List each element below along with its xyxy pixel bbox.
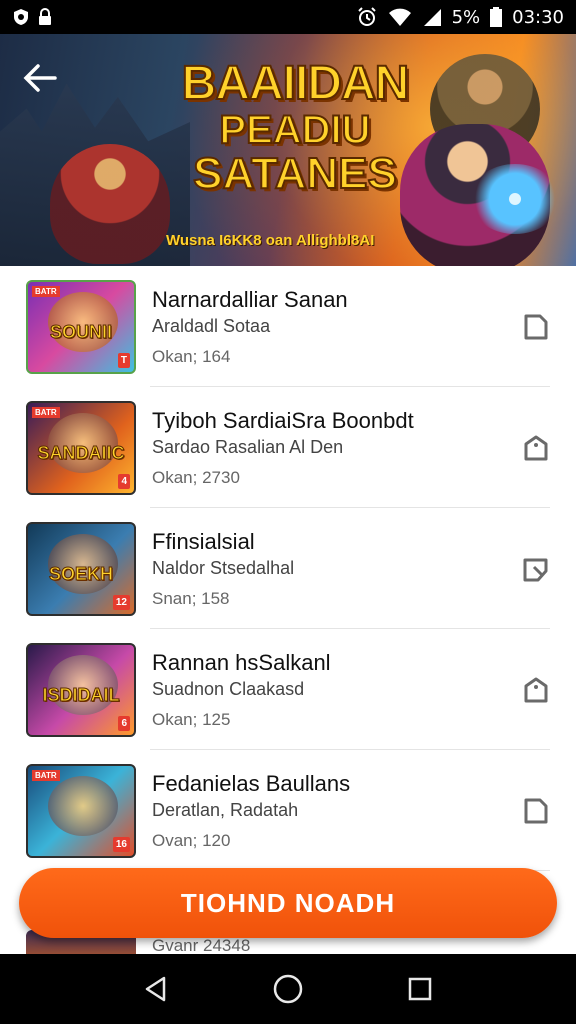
thumbnail-logo: SOUNII (49, 321, 112, 342)
signal-icon (422, 7, 442, 27)
list-item[interactable]: BATR 16 Fedanielas Baullans Deratlan, Ra… (0, 750, 576, 871)
banner-title-line1: BAAIIDAN (181, 57, 411, 110)
document-icon[interactable] (516, 307, 556, 347)
item-title: Tyiboh SardiaiSra Boonbdt (152, 407, 414, 433)
list-item[interactable]: SOEKH 12 Ffinsialsial Naldor Stsedalhal … (0, 508, 576, 629)
item-subtitle: Araldadl Sotaa (152, 315, 271, 336)
hero-banner: BAAIIDAN PEADIU SATANES Wusna I6KK8 oan … (0, 34, 576, 266)
tag-icon[interactable] (516, 428, 556, 468)
banner-title-line2: PEADIU (218, 108, 371, 152)
banner-title: BAAIIDAN PEADIU SATANES (170, 57, 420, 198)
item-title: Fedanielas Baullans (152, 770, 351, 796)
thumbnail-logo: SOEKH (48, 563, 113, 584)
item-title: Narnardalliar Sanan (152, 286, 348, 312)
back-icon[interactable] (131, 964, 181, 1014)
battery-icon (490, 7, 503, 27)
item-meta: Gvanr 24348 (152, 936, 251, 955)
magic-glow (470, 164, 560, 234)
wifi-icon (388, 7, 412, 27)
banner-title-line3: SATANES (192, 149, 398, 198)
item-subtitle: Deratlan, Radatah (152, 799, 299, 820)
game-list: BATR SOUNII T Narnardalliar Sanan Aralda… (0, 266, 576, 871)
game-thumbnail: BATR SOUNII T (26, 279, 136, 374)
document-icon[interactable] (516, 791, 556, 831)
status-bar: 5% 03:30 (0, 0, 576, 34)
shield-icon (12, 8, 30, 26)
thumbnail-logo: ISDIDAIL (42, 684, 120, 705)
banner-subtitle: Wusna I6KK8 oan Allighbl8AI (166, 232, 375, 249)
item-subtitle: Suadnon Claakasd (152, 678, 305, 699)
item-meta: Okan; 164 (152, 346, 231, 366)
game-thumbnail: ISDIDAIL 6 (26, 642, 136, 737)
item-title: Ffinsialsial (152, 528, 255, 554)
system-nav-bar (0, 954, 576, 1024)
back-arrow-icon[interactable] (20, 58, 60, 98)
tag-icon[interactable] (516, 670, 556, 710)
item-meta: Okan; 125 (152, 709, 231, 729)
thumbnail-logo: SANDAIIC (37, 442, 125, 463)
list-item[interactable]: BATR SOUNII T Narnardalliar Sanan Aralda… (0, 266, 576, 387)
game-thumbnail: SOEKH 12 (26, 521, 136, 616)
hero-character-left (50, 144, 170, 264)
item-meta: Ovan; 120 (152, 830, 231, 850)
lock-icon (38, 8, 52, 26)
game-thumbnail: BATR 16 (26, 763, 136, 858)
recents-icon[interactable] (395, 964, 445, 1014)
item-meta: Okan; 2730 (152, 467, 240, 487)
clock: 03:30 (512, 6, 564, 28)
item-title: Rannan hsSalkanl (152, 649, 331, 675)
folder-icon[interactable] (516, 549, 556, 589)
list-item[interactable]: ISDIDAIL 6 Rannan hsSalkanl Suadnon Claa… (0, 629, 576, 750)
battery-percent: 5% (451, 6, 481, 28)
item-meta: Snan; 158 (152, 588, 230, 608)
item-subtitle: Sardao Rasalian Al Den (152, 436, 344, 457)
primary-cta-button[interactable]: TIOHND NOADH (19, 868, 557, 938)
game-thumbnail: BATR SANDAIIC 4 (26, 400, 136, 495)
list-item[interactable]: BATR SANDAIIC 4 Tyiboh SardiaiSra Boonbd… (0, 387, 576, 508)
home-icon[interactable] (263, 964, 313, 1014)
alarm-icon (356, 6, 378, 28)
item-subtitle: Naldor Stsedalhal (152, 557, 295, 578)
